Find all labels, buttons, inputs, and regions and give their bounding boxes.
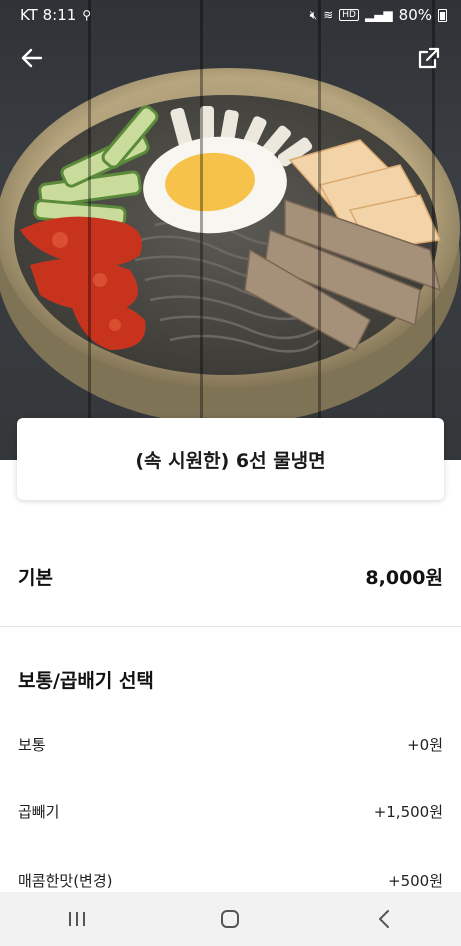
cold-noodle-photo [0,68,460,425]
recent-apps-icon [68,912,85,926]
system-navigation-bar [0,892,461,946]
status-bar: KT 8:11 ⚲ 🔇︎ ≋ HD ▂▄▆ 80% [0,0,461,30]
battery-icon [438,8,447,22]
recent-apps-button[interactable] [47,899,107,939]
base-price: 8,000원 [365,566,443,589]
base-price-row: 기본 8,000원 [0,548,461,604]
share-button[interactable] [411,40,447,76]
carrier-time: KT 8:11 [20,6,77,24]
wifi-icon: ≋ [323,8,334,22]
home-button[interactable] [200,899,260,939]
option-large[interactable]: 곱빼기 +1,500원 [0,791,461,831]
back-arrow-icon [21,48,43,68]
back-button[interactable] [14,40,50,76]
option-label: 매콤한맛(변경) [18,871,113,890]
share-icon [418,47,440,69]
battery-percent: 80% [398,6,432,24]
home-icon [221,910,240,928]
option-price: +0원 [407,735,443,754]
option-group-title: 보통/곱배기 선택 [18,670,154,692]
option-label: 곱빼기 [18,802,60,821]
mute-icon: 🔇︎ [309,7,318,22]
system-back-button[interactable] [354,899,414,939]
product-hero-image [0,0,461,460]
product-title-card: (속 시원한) 6선 물냉면 [17,418,444,500]
base-label: 기본 [18,566,53,589]
divider [0,626,461,627]
product-title: (속 시원한) 6선 물냉면 [135,449,326,472]
hd-icon: HD [339,9,359,21]
option-price: +500원 [388,871,443,890]
signal-icon: ▂▄▆ [364,8,393,22]
option-label: 보통 [18,735,46,754]
search-status-icon: ⚲ [82,8,92,22]
option-regular[interactable]: 보통 +0원 [0,724,461,764]
option-price: +1,500원 [373,802,443,821]
system-back-icon [379,910,390,928]
